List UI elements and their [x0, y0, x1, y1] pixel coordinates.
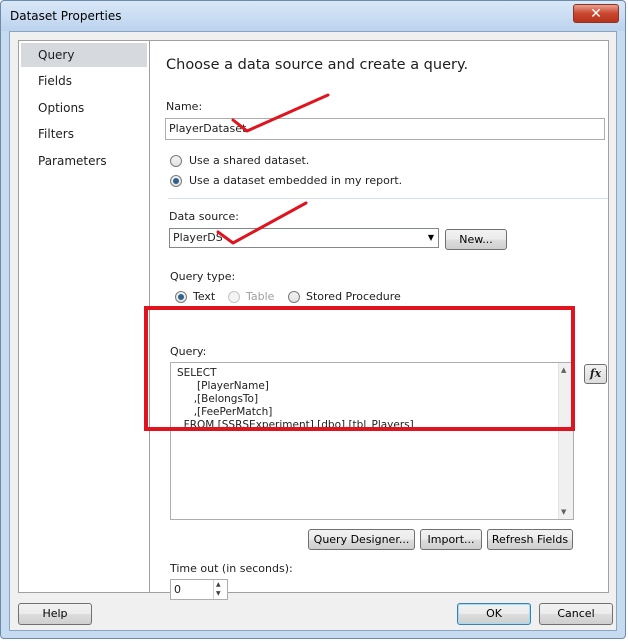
- nav-item-query[interactable]: Query: [21, 43, 147, 67]
- scroll-up-icon[interactable]: ▲: [561, 366, 566, 374]
- query-line: ,[BelongsTo]: [177, 393, 259, 405]
- radio-shared-label: Use a shared dataset.: [189, 154, 310, 167]
- nav-list: Query Fields Options Filters Parameters: [18, 40, 150, 593]
- query-line: [PlayerName]: [177, 380, 269, 392]
- datasource-label: Data source:: [169, 210, 239, 223]
- querytype-text-label: Text: [193, 290, 216, 303]
- query-textarea[interactable]: SELECT [PlayerName] ,[BelongsTo] ,[FeePe…: [170, 362, 574, 520]
- datasource-dropdown[interactable]: PlayerDS ▼: [169, 228, 439, 248]
- querytype-label: Query type:: [170, 270, 236, 283]
- radio-embedded-dataset[interactable]: [170, 175, 182, 187]
- expression-button[interactable]: fx: [584, 364, 607, 384]
- dataset-properties-dialog: Dataset Properties ✕ Query Fields Option…: [0, 0, 626, 639]
- query-label: Query:: [170, 345, 207, 358]
- page-title: Choose a data source and create a query.: [166, 57, 469, 73]
- nav-item-fields[interactable]: Fields: [21, 69, 147, 93]
- querytype-table-label: Table: [246, 290, 275, 303]
- timeout-value: 0: [174, 583, 181, 596]
- separator: [168, 198, 608, 199]
- radio-embedded-label: Use a dataset embedded in my report.: [189, 174, 403, 187]
- spin-up-icon[interactable]: ▲: [216, 581, 221, 588]
- fx-icon: fx: [589, 367, 602, 380]
- query-designer-button[interactable]: Query Designer...: [308, 529, 415, 550]
- spinner-buttons[interactable]: ▲ ▼: [213, 580, 227, 599]
- timeout-stepper[interactable]: 0 ▲ ▼: [170, 579, 228, 600]
- query-line: ,[FeePerMatch]: [177, 406, 273, 418]
- ok-button[interactable]: OK: [457, 603, 531, 625]
- query-panel: Choose a data source and create a query.…: [150, 40, 609, 600]
- radio-querytype-sp[interactable]: [288, 291, 300, 303]
- help-button[interactable]: Help: [18, 603, 92, 625]
- name-label: Name:: [166, 100, 203, 113]
- query-line: FROM [SSRSExperiment].[dbo].[tbl_Players…: [177, 419, 414, 431]
- close-button[interactable]: ✕: [573, 4, 619, 23]
- spin-down-icon[interactable]: ▼: [216, 590, 221, 597]
- dialog-client: Query Fields Options Filters Parameters …: [9, 31, 617, 631]
- nav-item-options[interactable]: Options: [21, 96, 147, 120]
- chevron-down-icon: ▼: [427, 233, 434, 242]
- refresh-fields-button[interactable]: Refresh Fields: [487, 529, 573, 550]
- query-scrollbar[interactable]: ▲ ▼: [558, 363, 573, 519]
- cancel-button[interactable]: Cancel: [539, 603, 613, 625]
- scroll-down-icon[interactable]: ▼: [561, 508, 566, 516]
- querytype-sp-label: Stored Procedure: [306, 290, 401, 303]
- window-title: Dataset Properties: [10, 9, 122, 23]
- timeout-label: Time out (in seconds):: [170, 562, 293, 575]
- name-input[interactable]: PlayerDataset: [165, 118, 605, 140]
- nav-item-filters[interactable]: Filters: [21, 122, 147, 146]
- radio-querytype-text[interactable]: [175, 291, 187, 303]
- title-bar[interactable]: Dataset Properties ✕: [1, 1, 625, 31]
- query-line: SELECT: [177, 367, 217, 379]
- nav-item-parameters[interactable]: Parameters: [21, 149, 147, 173]
- radio-querytype-table: [228, 291, 240, 303]
- radio-shared-dataset[interactable]: [170, 155, 182, 167]
- datasource-value: PlayerDS: [173, 231, 223, 244]
- import-button[interactable]: Import...: [420, 529, 482, 550]
- new-datasource-button[interactable]: New...: [445, 229, 507, 250]
